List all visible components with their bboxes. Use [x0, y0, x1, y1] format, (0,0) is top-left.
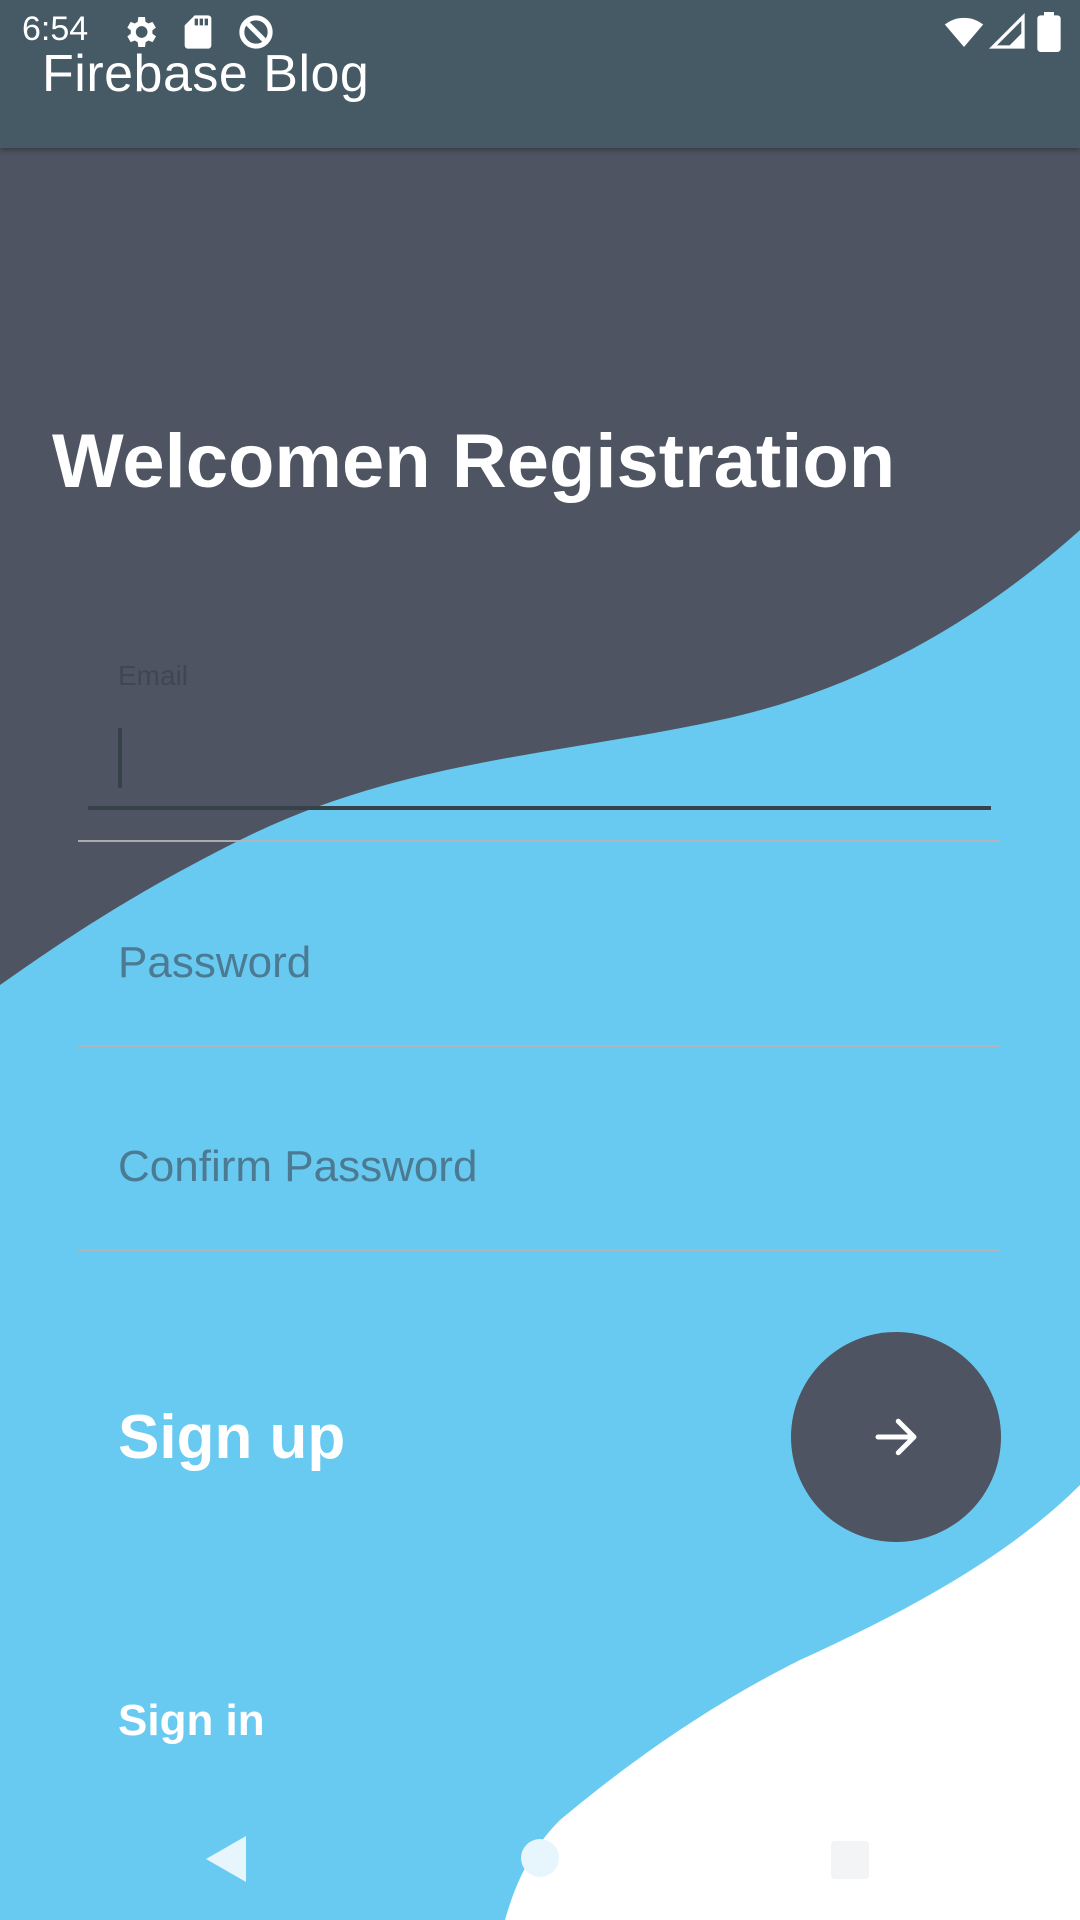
text-cursor [118, 728, 122, 788]
battery-icon [1037, 12, 1061, 52]
signal-icon [988, 12, 1025, 49]
home-icon[interactable] [520, 1838, 560, 1878]
app-title: Firebase Blog [42, 45, 370, 103]
wifi-icon [944, 17, 984, 47]
recents-icon[interactable] [830, 1840, 870, 1880]
confirm-password-placeholder: Confirm Password [118, 1142, 478, 1191]
confirm-password-underline [78, 1249, 1000, 1251]
signup-submit-button[interactable] [791, 1332, 1001, 1542]
page-heading: Welcomen Registration [52, 419, 896, 504]
password-underline [78, 1045, 1000, 1047]
arrow-forward-icon [875, 1418, 917, 1456]
password-placeholder: Password [118, 938, 312, 987]
email-underline [78, 840, 1000, 842]
email-focus-underline [88, 806, 991, 810]
signup-label: Sign up [118, 1403, 346, 1472]
signin-link[interactable]: Sign in [118, 1696, 265, 1746]
back-icon[interactable] [204, 1834, 248, 1884]
email-label: Email [118, 660, 189, 691]
